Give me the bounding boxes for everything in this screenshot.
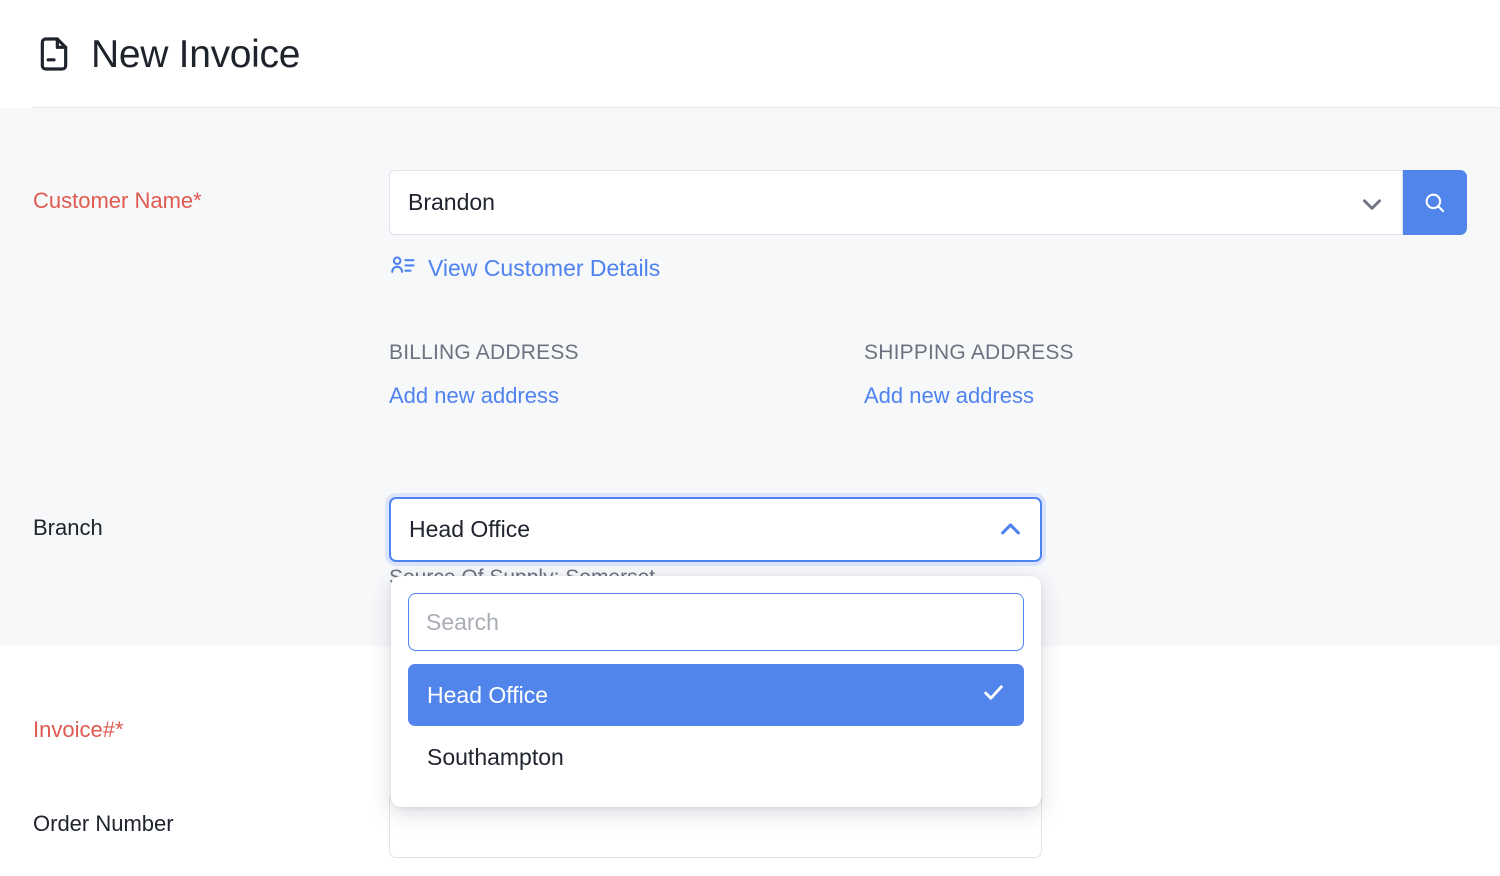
branch-option-label: Head Office (427, 682, 548, 709)
shipping-add-new-address-link[interactable]: Add new address (864, 383, 1074, 409)
contact-person-icon (389, 252, 417, 285)
branch-option-label: Southampton (427, 744, 564, 771)
branch-option-head-office[interactable]: Head Office (408, 664, 1024, 726)
branch-selected-value: Head Office (409, 516, 530, 543)
billing-add-new-address-link[interactable]: Add new address (389, 383, 579, 409)
chevron-down-icon[interactable] (1352, 171, 1392, 236)
branch-dropdown-panel: Head Office Southampton (391, 576, 1041, 807)
customer-name-value: Brandon (408, 189, 495, 216)
customer-name-field-group: Brandon (389, 170, 1467, 235)
branch-label: Branch (33, 515, 103, 541)
branch-option-list: Head Office Southampton (408, 664, 1024, 788)
view-customer-details-label: View Customer Details (428, 255, 660, 282)
branch-option-southampton[interactable]: Southampton (408, 726, 1024, 788)
search-button[interactable] (1403, 170, 1467, 235)
billing-address-block: BILLING ADDRESS Add new address (389, 341, 579, 409)
chevron-up-icon[interactable] (997, 516, 1024, 543)
billing-address-title: BILLING ADDRESS (389, 341, 579, 365)
branch-select[interactable]: Head Office (389, 497, 1042, 562)
document-invoice-icon (33, 33, 75, 75)
branch-dropdown-search-input[interactable] (408, 593, 1024, 651)
customer-name-input[interactable]: Brandon (389, 170, 1403, 235)
page-header: New Invoice (0, 0, 1500, 108)
page-title: New Invoice (91, 35, 300, 74)
check-icon (981, 680, 1006, 711)
customer-name-label: Customer Name* (33, 188, 202, 214)
shipping-address-title: SHIPPING ADDRESS (864, 341, 1074, 365)
view-customer-details-link[interactable]: View Customer Details (389, 252, 660, 285)
invoice-number-label: Invoice#* (33, 717, 124, 743)
shipping-address-block: SHIPPING ADDRESS Add new address (864, 341, 1074, 409)
order-number-label: Order Number (33, 811, 174, 837)
